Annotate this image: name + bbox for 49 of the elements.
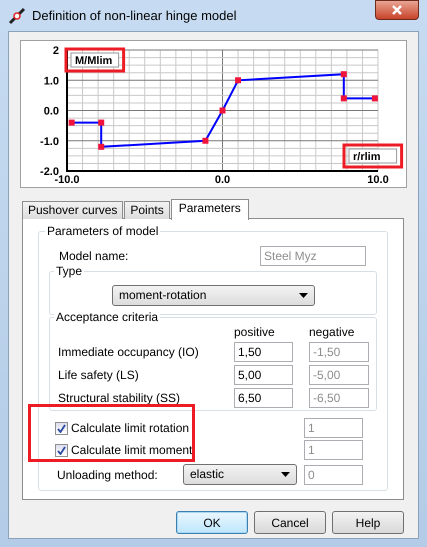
tick-label: 1.0 <box>44 75 59 88</box>
point-marker <box>98 144 104 150</box>
positive-field[interactable]: 1,50 <box>234 342 293 362</box>
group-title: Parameters of model <box>45 224 160 238</box>
tick-label: 2 <box>52 45 59 57</box>
axis-label: r/rlim <box>348 148 398 164</box>
dialog-button[interactable]: Help <box>332 511 404 534</box>
checkbox[interactable] <box>55 422 68 434</box>
axis-label: M/Mlim <box>70 52 120 68</box>
app-icon <box>8 7 26 25</box>
dialog-button[interactable]: Cancel <box>254 511 326 534</box>
point-marker <box>98 120 104 126</box>
criterion-label: Immediate occupancy (IO) <box>58 344 200 361</box>
highlight-frame <box>342 144 404 168</box>
close-icon <box>392 5 402 15</box>
close-button[interactable] <box>375 0 419 20</box>
tab[interactable]: Pushover curves <box>22 201 124 219</box>
column-header: positive <box>234 324 276 341</box>
point-marker <box>235 77 242 84</box>
highlight-frame <box>64 48 126 72</box>
type-dropdown[interactable]: moment-rotation <box>112 285 315 306</box>
tab[interactable]: Points <box>124 201 170 219</box>
column-header: negative <box>309 324 356 341</box>
tab[interactable]: Parameters <box>170 199 249 220</box>
checkbox[interactable] <box>55 444 68 456</box>
group-title: Type <box>54 264 84 278</box>
y-axis-title: M/Mlim <box>75 55 112 67</box>
window-title: Definition of non-linear hinge model <box>32 7 238 26</box>
tick-label: -1.0 <box>40 136 59 148</box>
field-label: Model name: <box>59 248 128 265</box>
unloading-dropdown[interactable]: elastic <box>183 464 297 485</box>
criterion-label: Life safety (LS) <box>58 367 140 384</box>
point-marker <box>68 120 75 126</box>
field-label: Unloading method: <box>56 466 159 484</box>
criterion-label: Structural stability (SS) <box>58 390 182 407</box>
tick-label: 0.0 <box>214 174 230 186</box>
positive-field[interactable]: 5,00 <box>234 365 293 385</box>
dialog-button[interactable]: OK <box>176 511 248 534</box>
positive-field[interactable]: 6,50 <box>234 388 293 408</box>
group-title: Acceptance criteria <box>54 310 160 324</box>
tick-label: 0.0 <box>44 106 59 118</box>
tick-label: 10.0 <box>367 174 389 186</box>
checkbox-label[interactable]: Calculate limit moment <box>71 441 192 459</box>
point-marker <box>340 71 347 78</box>
checkbox-label[interactable]: Calculate limit rotation <box>71 419 190 437</box>
caret-icon <box>281 472 290 477</box>
x-axis-title: r/rlim <box>353 151 381 163</box>
caret-icon <box>299 293 308 298</box>
point-marker <box>220 108 226 114</box>
